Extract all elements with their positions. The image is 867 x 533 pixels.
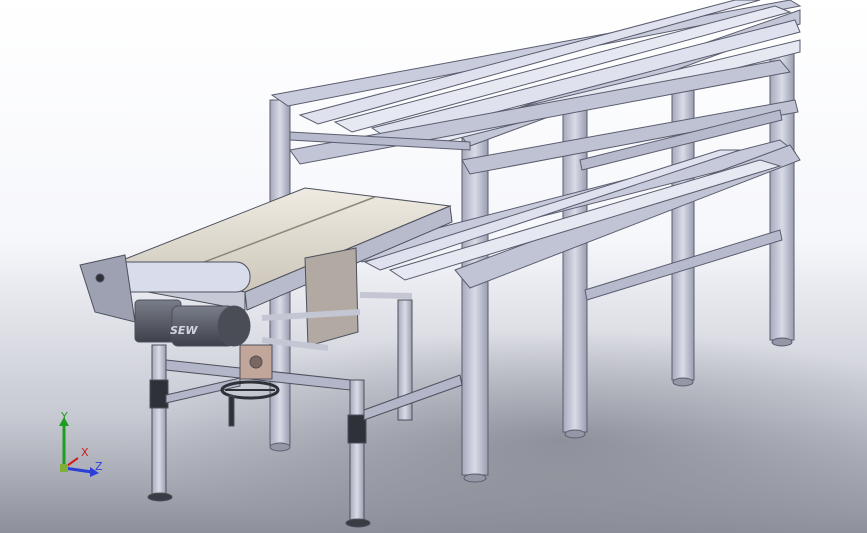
leveling-foot	[269, 442, 291, 452]
x-axis-label: X	[81, 446, 89, 459]
motor-brand-label: SEW	[170, 324, 198, 337]
conveyor-assembly-model[interactable]: SEW	[0, 0, 867, 533]
coordinate-triad: Y X Z	[50, 410, 110, 482]
y-axis-label: Y	[61, 410, 68, 423]
guard-bolt	[95, 273, 105, 283]
stand-clamp	[347, 414, 367, 444]
z-axis-label: Z	[95, 460, 103, 473]
motor-endcap	[217, 305, 251, 347]
triad-origin	[60, 464, 68, 472]
cad-viewport[interactable]: SEW Y X Z	[0, 0, 867, 533]
z-axis-arrow	[63, 466, 93, 474]
drive-side-plate	[304, 247, 359, 347]
leveling-foot	[771, 337, 793, 347]
end-roller	[109, 261, 251, 293]
rack-leg	[461, 134, 489, 476]
stand-foot	[345, 518, 371, 528]
rack-leg	[562, 109, 588, 433]
leveling-foot	[564, 429, 586, 439]
gear-motor[interactable]: SEW	[134, 299, 251, 347]
stand-leg	[349, 379, 365, 523]
adjust-bolt	[249, 355, 263, 369]
end-guard	[79, 254, 136, 323]
stand-clamp	[149, 379, 169, 409]
tie-rod	[359, 292, 413, 299]
leveling-foot	[672, 377, 694, 387]
rack-leg	[769, 47, 795, 341]
handwheel-handle	[228, 395, 235, 427]
leveling-foot	[463, 473, 487, 483]
stand-foot	[147, 492, 173, 502]
stand-leg	[151, 344, 167, 496]
